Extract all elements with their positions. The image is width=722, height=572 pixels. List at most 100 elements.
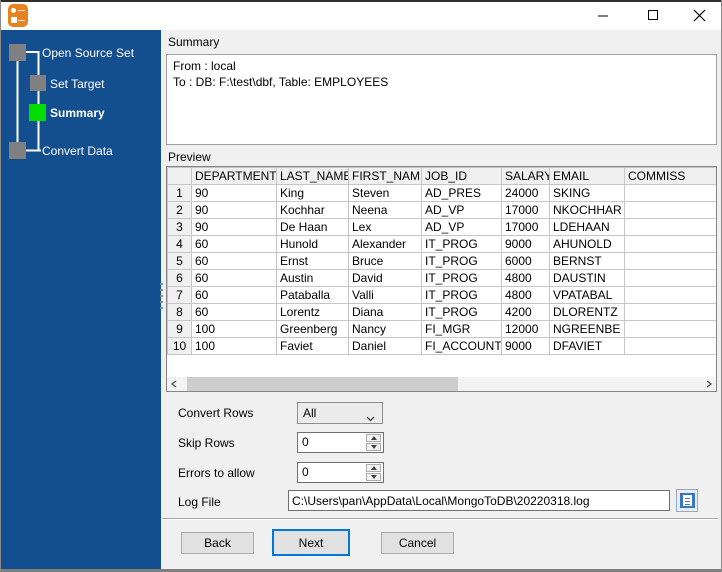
splitter-grip[interactable]: [160, 283, 163, 311]
grid-cell[interactable]: 90: [191, 201, 277, 219]
grid-cell[interactable]: 17000: [501, 218, 550, 236]
grid-cell[interactable]: [624, 201, 716, 219]
grid-cell[interactable]: IT_PROG: [421, 252, 502, 270]
back-button[interactable]: Back: [181, 532, 254, 554]
grid-cell[interactable]: Bruce: [348, 252, 422, 270]
grid-cell[interactable]: FI_MGR: [421, 320, 502, 338]
table-row[interactable]: 10 100 Faviet Daniel FI_ACCOUNT 9000 DFAVIET: [167, 337, 716, 355]
grid-cell[interactable]: 90: [191, 218, 277, 236]
grid-cell[interactable]: [624, 252, 716, 270]
table-row[interactable]: 9 100 Greenberg Nancy FI_MGR 12000 NGREENBE: [167, 320, 716, 338]
grid-cell[interactable]: 100: [191, 337, 277, 355]
grid-cell[interactable]: 4800: [501, 286, 550, 304]
row-number[interactable]: 1: [167, 184, 192, 202]
table-row[interactable]: 4 60 Hunold Alexander IT_PROG 9000 AHUNOLD: [167, 235, 716, 253]
skip-rows-stepper[interactable]: 0: [297, 432, 384, 453]
grid-cell[interactable]: IT_PROG: [421, 269, 502, 287]
column-header-first-name[interactable]: FIRST_NAME: [348, 167, 422, 185]
row-number[interactable]: 6: [167, 269, 192, 287]
cancel-button[interactable]: Cancel: [381, 532, 454, 554]
grid-cell[interactable]: 9000: [501, 337, 550, 355]
row-number[interactable]: 8: [167, 303, 192, 321]
grid-cell[interactable]: IT_PROG: [421, 303, 502, 321]
grid-cell[interactable]: 12000: [501, 320, 550, 338]
grid-cell[interactable]: VPATABAL: [549, 286, 625, 304]
grid-cell[interactable]: [624, 286, 716, 304]
grid-cell[interactable]: IT_PROG: [421, 286, 502, 304]
errors-down-button[interactable]: [366, 473, 381, 481]
summary-text-box[interactable]: From : local To : DB: F:\test\dbf, Table…: [166, 54, 717, 145]
maximize-button[interactable]: [631, 1, 675, 29]
table-row[interactable]: 3 90 De Haan Lex AD_VP 17000 LDEHAAN: [167, 218, 716, 236]
log-file-input[interactable]: [288, 490, 670, 511]
column-header-email[interactable]: EMAIL: [549, 167, 625, 185]
grid-cell[interactable]: 9000: [501, 235, 550, 253]
grid-cell[interactable]: Daniel: [348, 337, 422, 355]
grid-cell[interactable]: NGREENBE: [549, 320, 625, 338]
grid-cell[interactable]: AD_VP: [421, 201, 502, 219]
grid-cell[interactable]: Kochhar: [276, 201, 349, 219]
grid-cell[interactable]: 60: [191, 286, 277, 304]
row-number[interactable]: 2: [167, 201, 192, 219]
column-header-job-id[interactable]: JOB_ID: [421, 167, 502, 185]
grid-cell[interactable]: 6000: [501, 252, 550, 270]
convert-rows-dropdown[interactable]: All: [297, 402, 383, 424]
table-row[interactable]: 2 90 Kochhar Neena AD_VP 17000 NKOCHHAR: [167, 201, 716, 219]
grid-cell[interactable]: Steven: [348, 184, 422, 202]
grid-cell[interactable]: LDEHAAN: [549, 218, 625, 236]
grid-cell[interactable]: [624, 320, 716, 338]
grid-cell[interactable]: FI_ACCOUNT: [421, 337, 502, 355]
scroll-right-arrow[interactable]: [702, 377, 716, 391]
grid-cell[interactable]: DAUSTIN: [549, 269, 625, 287]
grid-cell[interactable]: Austin: [276, 269, 349, 287]
grid-cell[interactable]: Diana: [348, 303, 422, 321]
view-log-button[interactable]: [676, 489, 698, 512]
table-row[interactable]: 5 60 Ernst Bruce IT_PROG 6000 BERNST: [167, 252, 716, 270]
column-header-last-name[interactable]: LAST_NAME: [276, 167, 349, 185]
corner-header-cell[interactable]: [167, 167, 192, 185]
grid-cell[interactable]: 17000: [501, 201, 550, 219]
column-header-commiss[interactable]: COMMISS: [624, 167, 716, 185]
column-header-salary[interactable]: SALARY: [501, 167, 550, 185]
grid-cell[interactable]: DLORENTZ: [549, 303, 625, 321]
skip-rows-down-button[interactable]: [366, 443, 381, 451]
scrollbar-thumb[interactable]: [187, 377, 458, 391]
grid-cell[interactable]: Lex: [348, 218, 422, 236]
table-row[interactable]: 1 90 King Steven AD_PRES 24000 SKING: [167, 184, 716, 202]
grid-cell[interactable]: [624, 269, 716, 287]
app-icon[interactable]: [8, 4, 28, 27]
grid-cell[interactable]: SKING: [549, 184, 625, 202]
grid-cell[interactable]: Lorentz: [276, 303, 349, 321]
grid-cell[interactable]: 90: [191, 184, 277, 202]
close-button[interactable]: [677, 1, 721, 29]
grid-cell[interactable]: 60: [191, 303, 277, 321]
grid-cell[interactable]: Nancy: [348, 320, 422, 338]
scroll-left-arrow[interactable]: [167, 377, 181, 391]
skip-rows-up-button[interactable]: [366, 434, 381, 442]
table-row[interactable]: 7 60 Pataballa Valli IT_PROG 4800 VPATABAL: [167, 286, 716, 304]
row-number[interactable]: 4: [167, 235, 192, 253]
row-number[interactable]: 10: [167, 337, 192, 355]
grid-cell[interactable]: 4200: [501, 303, 550, 321]
row-number[interactable]: 3: [167, 218, 192, 236]
minimize-button[interactable]: [581, 1, 625, 29]
grid-cell[interactable]: IT_PROG: [421, 235, 502, 253]
grid-cell[interactable]: 60: [191, 235, 277, 253]
column-header-department-[interactable]: DEPARTMENT_: [191, 167, 277, 185]
next-button[interactable]: Next: [272, 529, 350, 556]
table-row[interactable]: 8 60 Lorentz Diana IT_PROG 4200 DLORENTZ: [167, 303, 716, 321]
table-row[interactable]: 6 60 Austin David IT_PROG 4800 DAUSTIN: [167, 269, 716, 287]
grid-cell[interactable]: 100: [191, 320, 277, 338]
errors-to-allow-stepper[interactable]: 0: [297, 462, 384, 483]
row-number[interactable]: 5: [167, 252, 192, 270]
grid-cell[interactable]: Greenberg: [276, 320, 349, 338]
grid-cell[interactable]: King: [276, 184, 349, 202]
grid-cell[interactable]: [624, 303, 716, 321]
grid-cell[interactable]: 4800: [501, 269, 550, 287]
grid-cell[interactable]: BERNST: [549, 252, 625, 270]
grid-cell[interactable]: 24000: [501, 184, 550, 202]
grid-cell[interactable]: AD_PRES: [421, 184, 502, 202]
grid-cell[interactable]: Ernst: [276, 252, 349, 270]
grid-cell[interactable]: Hunold: [276, 235, 349, 253]
grid-cell[interactable]: 60: [191, 269, 277, 287]
